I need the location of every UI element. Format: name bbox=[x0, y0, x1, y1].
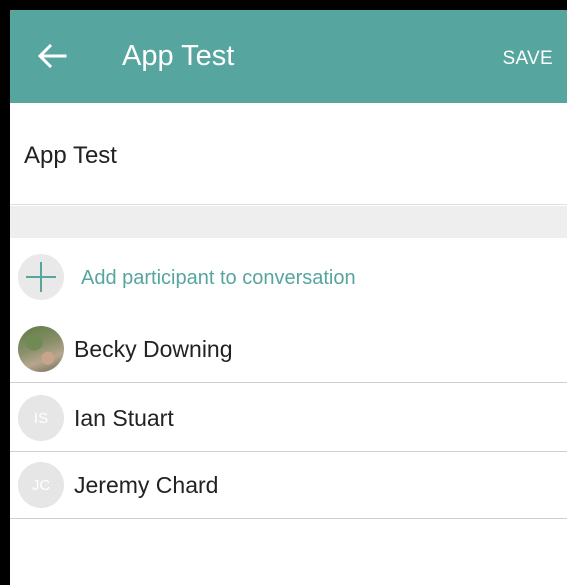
add-participant-label: Add participant to conversation bbox=[81, 267, 356, 289]
avatar: JC bbox=[18, 462, 64, 508]
section-divider bbox=[10, 206, 567, 238]
participant-name: Ian Stuart bbox=[74, 405, 174, 431]
conversation-name-input[interactable] bbox=[24, 139, 544, 173]
participant-row[interactable]: Becky Downing bbox=[10, 315, 567, 383]
app-frame: App Test SAVE Add participant to convers… bbox=[0, 0, 567, 585]
avatar-initials: JC bbox=[31, 476, 51, 494]
plus-icon bbox=[26, 262, 56, 292]
participant-name: Becky Downing bbox=[74, 336, 233, 362]
add-participant-avatar bbox=[18, 254, 64, 300]
toolbar: App Test SAVE bbox=[10, 10, 567, 103]
participant-name: Jeremy Chard bbox=[74, 472, 219, 498]
participant-row[interactable]: JC Jeremy Chard bbox=[10, 451, 567, 519]
page-title: App Test bbox=[122, 40, 235, 72]
back-button[interactable] bbox=[34, 38, 70, 74]
avatar-initials: IS bbox=[33, 409, 49, 427]
arrow-left-icon bbox=[37, 43, 67, 69]
avatar: IS bbox=[18, 395, 64, 441]
save-button[interactable]: SAVE bbox=[503, 48, 553, 70]
conversation-name-field bbox=[10, 103, 567, 205]
add-participant-row[interactable]: Add participant to conversation bbox=[10, 243, 567, 311]
avatar bbox=[18, 326, 64, 372]
participant-row[interactable]: IS Ian Stuart bbox=[10, 384, 567, 452]
